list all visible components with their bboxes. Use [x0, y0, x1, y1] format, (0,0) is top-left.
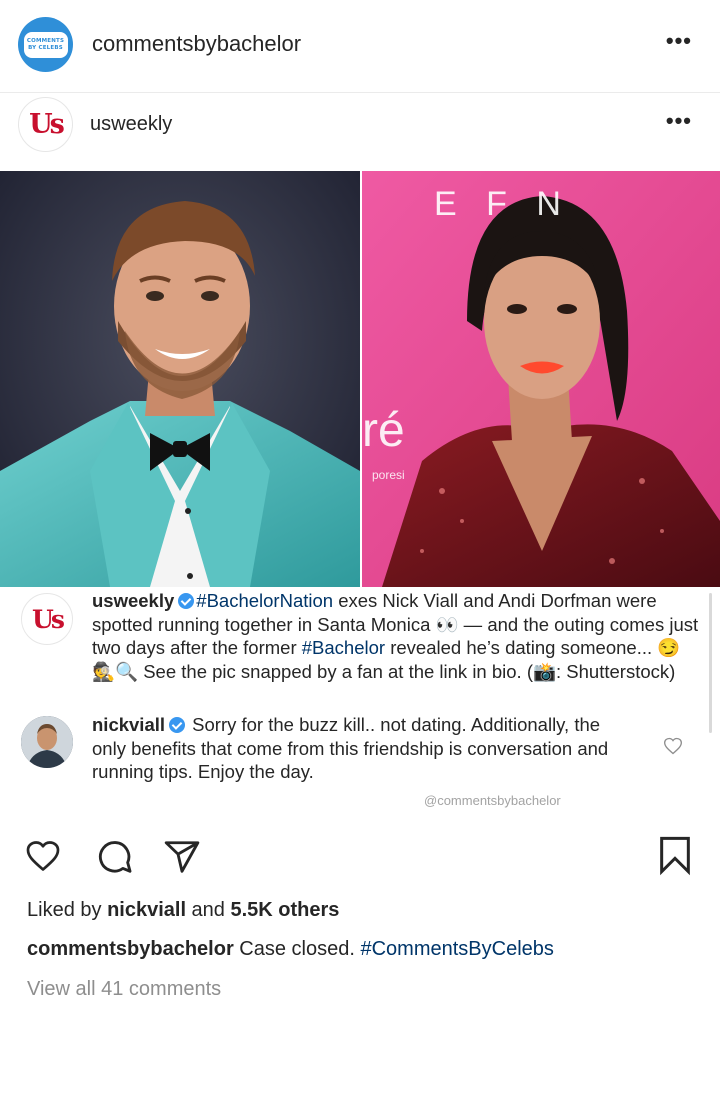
- likes-middle: and: [186, 899, 231, 921]
- post-caption: usweekly #BachelorNation exes Nick Viall …: [92, 589, 702, 683]
- likes-count[interactable]: 5.5K others: [230, 899, 339, 921]
- woman-photo: [362, 171, 720, 587]
- scrollbar[interactable]: [709, 593, 712, 733]
- hashtag-link[interactable]: #BachelorNation: [196, 590, 333, 611]
- reply-username[interactable]: nickviall: [92, 714, 165, 735]
- like-comment-heart-icon[interactable]: [663, 736, 683, 756]
- likes-prefix: Liked by: [27, 899, 108, 921]
- view-all-comments-link[interactable]: View all 41 comments: [27, 978, 221, 1001]
- usweekly-avatar[interactable]: Us: [18, 97, 73, 152]
- verified-icon: [169, 717, 186, 733]
- avatar-photo: [21, 716, 73, 768]
- watermark: @commentsbybachelor: [424, 793, 561, 808]
- backdrop-small-text: poresi: [372, 468, 405, 482]
- more-icon[interactable]: •••: [666, 108, 692, 134]
- post-account-name[interactable]: usweekly: [90, 113, 172, 136]
- post-header: COMMENTS BY CELEBS commentsbybachelor ••…: [0, 0, 720, 92]
- bookmark-icon[interactable]: [655, 834, 695, 876]
- comment-username[interactable]: commentsbybachelor: [27, 938, 234, 960]
- owner-comment: commentsbybachelor Case closed. #Comment…: [27, 938, 554, 961]
- commentsbybachelor-avatar[interactable]: COMMENTS BY CELEBS: [18, 17, 73, 72]
- us-logo: Us: [29, 109, 65, 140]
- avatar-logo: COMMENTS BY CELEBS: [23, 31, 68, 58]
- backdrop-logo-text: ré: [362, 404, 405, 457]
- hashtag-link[interactable]: #Bachelor: [302, 637, 385, 658]
- comment-text: Case closed.: [233, 938, 361, 960]
- account-name[interactable]: commentsbybachelor: [92, 31, 301, 57]
- caption-avatar[interactable]: Us: [21, 593, 73, 645]
- post-photo-right[interactable]: E F N ré poresi: [362, 171, 720, 587]
- divider: [0, 92, 720, 93]
- post-photo-left[interactable]: [0, 171, 360, 587]
- hashtag-link[interactable]: #CommentsByCelebs: [360, 938, 553, 960]
- likes-summary: Liked by nickviall and 5.5K others: [27, 899, 339, 922]
- comment-icon[interactable]: [96, 838, 134, 876]
- caption-username[interactable]: usweekly: [92, 590, 174, 611]
- reply-comment: nickviall Sorry for the buzz kill.. not …: [92, 713, 632, 784]
- share-icon[interactable]: [163, 838, 201, 876]
- man-tuxedo-photo: [0, 171, 360, 587]
- verified-icon: [178, 593, 195, 609]
- more-icon[interactable]: •••: [666, 28, 692, 54]
- us-logo: Us: [32, 604, 65, 634]
- backdrop-sign-text: E F N: [434, 185, 571, 223]
- liker-username[interactable]: nickviall: [107, 899, 186, 921]
- heart-icon[interactable]: [24, 838, 62, 874]
- nickviall-avatar[interactable]: [21, 716, 73, 768]
